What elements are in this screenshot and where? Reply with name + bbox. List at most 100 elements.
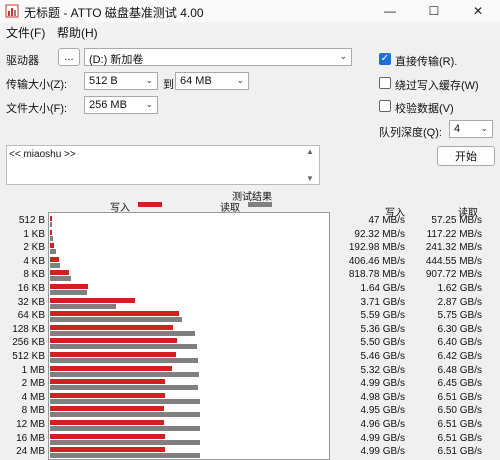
- read-value: 444.55 MB/s: [425, 255, 482, 267]
- write-value: 4.99 GB/s: [360, 432, 405, 444]
- read-bar: [50, 262, 61, 268]
- queue-depth-label: 队列深度(Q):: [379, 127, 442, 139]
- row-size-label: 64 KB: [17, 310, 45, 322]
- read-legend-swatch: [248, 202, 272, 207]
- read-value: 1.62 GB/s: [437, 283, 482, 294]
- transfer-size-label: 传输大小(Z):: [6, 79, 68, 91]
- scroll-up-icon[interactable]: ▲: [306, 147, 314, 156]
- transfer-to-label: 到: [163, 79, 174, 91]
- verify-data-label: 校验数据(V): [395, 103, 454, 115]
- read-value: 2.87 GB/s: [437, 296, 482, 308]
- close-button[interactable]: ✕: [456, 0, 500, 22]
- minimize-button[interactable]: —: [368, 0, 412, 22]
- read-value: 6.48 GB/s: [437, 364, 482, 376]
- row-size-label: 2 MB: [21, 378, 45, 390]
- read-value: 241.32 MB/s: [425, 242, 482, 254]
- write-bar: [50, 297, 136, 303]
- read-value: 6.51 GB/s: [437, 391, 482, 403]
- scroll-down-icon[interactable]: ▼: [306, 174, 314, 183]
- write-bar: [50, 379, 165, 385]
- file-size-select[interactable]: 256 MB ⌄: [84, 96, 158, 114]
- row-size-label: 2 KB: [23, 242, 45, 254]
- read-value: 5.75 GB/s: [437, 310, 482, 322]
- direct-io-checkbox[interactable]: ✓: [379, 53, 391, 65]
- write-bar: [50, 229, 53, 235]
- queue-depth-select[interactable]: 4 ⌄: [449, 120, 493, 138]
- write-value: 47 MB/s: [368, 215, 405, 226]
- row-size-label: 32 KB: [17, 296, 45, 308]
- description-textarea[interactable]: << miaoshu >>: [6, 145, 320, 185]
- start-button[interactable]: 开始: [437, 146, 495, 166]
- transfer-to-value: 64 MB: [180, 75, 212, 87]
- write-bar: [50, 216, 52, 221]
- transfer-to-select[interactable]: 64 MB ⌄: [175, 72, 249, 90]
- file-size-label: 文件大小(F):: [6, 103, 68, 115]
- read-value: 6.30 GB/s: [437, 323, 482, 335]
- write-value: 4.99 GB/s: [360, 446, 405, 458]
- read-value: 6.51 GB/s: [437, 419, 482, 430]
- write-bar: [50, 352, 176, 357]
- read-bar: [50, 222, 52, 227]
- read-bar: [50, 358, 198, 363]
- row-size-label: 8 MB: [21, 405, 45, 417]
- verify-data-checkbox[interactable]: [379, 100, 391, 112]
- write-bar: [50, 270, 69, 276]
- read-bar: [50, 426, 200, 431]
- write-value: 1.64 GB/s: [360, 283, 405, 294]
- write-bar: [50, 243, 55, 249]
- read-bar: [50, 317, 183, 323]
- read-bar: [50, 303, 116, 309]
- read-bar: [50, 398, 200, 404]
- write-bar: [50, 256, 60, 262]
- row-size-label: 1 KB: [23, 228, 45, 240]
- row-size-label: 1 MB: [21, 364, 45, 376]
- read-value: 6.50 GB/s: [437, 405, 482, 417]
- drive-value: (D:) 新加卷: [89, 54, 144, 66]
- read-value: 6.45 GB/s: [437, 378, 482, 390]
- read-bar: [50, 330, 195, 336]
- write-value: 4.96 GB/s: [360, 419, 405, 430]
- browse-button[interactable]: ...: [58, 48, 80, 66]
- file-size-value: 256 MB: [89, 99, 127, 111]
- read-value: 117.22 MB/s: [426, 228, 482, 240]
- row-size-label: 16 MB: [16, 432, 45, 444]
- write-value: 192.98 MB/s: [348, 242, 405, 254]
- write-bar: [50, 284, 88, 289]
- transfer-from-value: 512 B: [89, 75, 118, 87]
- chevron-down-icon: ⌄: [480, 123, 488, 133]
- read-bar: [50, 290, 88, 295]
- read-bar: [50, 276, 71, 282]
- write-value: 818.78 MB/s: [348, 269, 405, 281]
- write-value: 5.46 GB/s: [360, 351, 405, 362]
- chevron-down-icon: ⌄: [145, 99, 153, 109]
- write-bar: [50, 447, 165, 453]
- direct-io-label: 直接传输(R).: [395, 56, 458, 68]
- write-legend-swatch: [138, 202, 162, 207]
- read-value: 57.25 MB/s: [431, 215, 482, 226]
- chevron-down-icon: ⌄: [236, 75, 244, 85]
- menu-help[interactable]: 帮助(H): [57, 24, 98, 41]
- read-value: 6.51 GB/s: [437, 446, 482, 458]
- drive-select[interactable]: (D:) 新加卷 ⌄: [84, 48, 352, 66]
- bypass-cache-label: 绕过写入缓存(W): [395, 80, 479, 92]
- row-size-label: 256 KB: [12, 337, 45, 349]
- read-bar: [50, 412, 200, 418]
- bypass-cache-checkbox[interactable]: [379, 77, 391, 89]
- queue-depth-value: 4: [454, 123, 461, 135]
- write-value: 5.32 GB/s: [360, 364, 405, 376]
- read-value: 6.51 GB/s: [437, 432, 482, 444]
- read-bar: [50, 439, 200, 445]
- transfer-from-select[interactable]: 512 B ⌄: [84, 72, 158, 90]
- write-bar: [50, 420, 165, 425]
- maximize-button[interactable]: ☐: [412, 0, 456, 22]
- row-size-label: 8 KB: [23, 269, 45, 281]
- menu-file[interactable]: 文件(F): [6, 24, 45, 41]
- app-icon: [5, 4, 19, 18]
- row-size-label: 512 B: [18, 215, 45, 226]
- chevron-down-icon: ⌄: [145, 75, 153, 85]
- write-value: 5.50 GB/s: [360, 337, 405, 349]
- write-bar: [50, 365, 173, 371]
- write-value: 406.46 MB/s: [348, 255, 405, 267]
- row-size-label: 4 MB: [21, 391, 45, 403]
- read-bar: [50, 235, 53, 241]
